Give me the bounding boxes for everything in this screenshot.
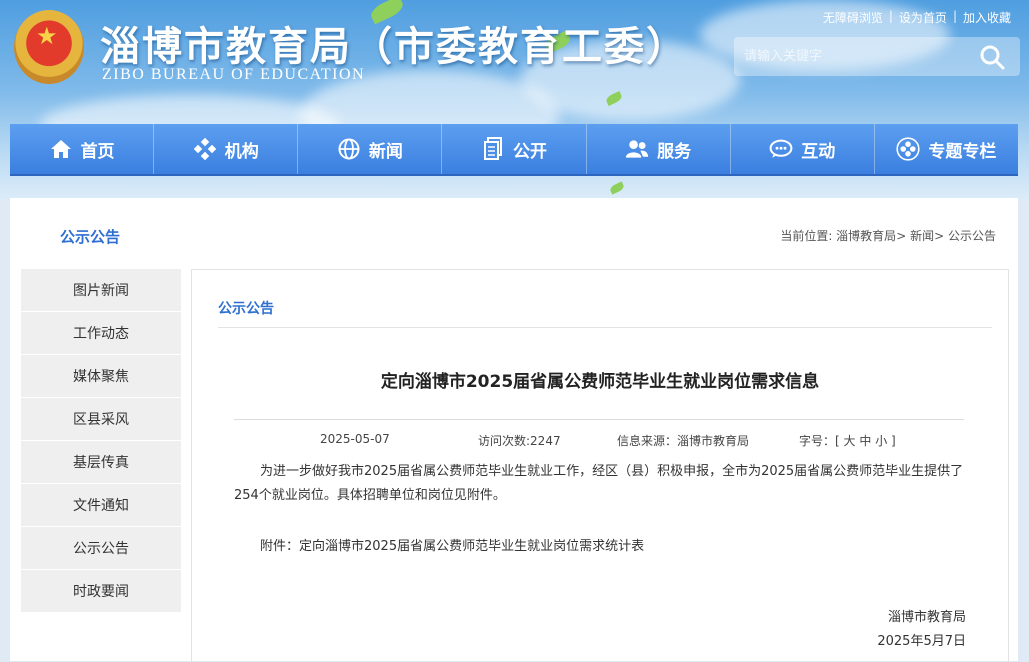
top-links: 无障碍浏览 | 设为首页 | 加入收藏	[823, 9, 1011, 26]
globe-icon	[337, 137, 361, 161]
nav-news[interactable]: 新闻	[298, 124, 443, 174]
add-favorite-link[interactable]: 加入收藏	[963, 9, 1011, 26]
attachment-label: 附件：	[260, 539, 300, 554]
site-subtitle: ZIBO BUREAU OF EDUCATION	[102, 66, 366, 83]
attachment-link[interactable]: 定向淄博市2025届省属公费师范毕业生就业岗位需求统计表	[299, 539, 644, 554]
font-size-small[interactable]: 小	[875, 434, 887, 448]
separator: |	[952, 9, 957, 23]
breadcrumb-link[interactable]: 新闻	[910, 229, 934, 243]
nav-label: 新闻	[368, 141, 403, 162]
font-size-bracket: ]	[891, 434, 896, 448]
breadcrumb-link[interactable]: 公示公告	[948, 229, 996, 243]
search-input[interactable]	[734, 37, 974, 76]
national-emblem-icon: ★	[14, 10, 84, 84]
nav-label: 服务	[657, 141, 692, 162]
sidebar-item-district-news[interactable]: 区县采风	[21, 398, 181, 441]
main-nav: 首页 机构 新闻 公开 服务 互动 专题专栏	[10, 124, 1018, 176]
divider	[218, 327, 992, 328]
article-container: 公示公告 定向淄博市2025届省属公费师范毕业生就业岗位需求信息 2025-05…	[191, 269, 1009, 662]
divider	[234, 419, 964, 420]
nav-topics[interactable]: 专题专栏	[875, 124, 1018, 174]
set-homepage-link[interactable]: 设为首页	[899, 9, 947, 26]
sidebar: 图片新闻 工作动态 媒体聚焦 区县采风 基层传真 文件通知 公示公告 时政要闻	[21, 269, 181, 613]
chat-icon	[769, 137, 793, 161]
home-icon	[49, 137, 73, 161]
nav-label: 专题专栏	[928, 141, 997, 162]
leaf-decoration	[608, 181, 626, 195]
font-size-medium[interactable]: 中	[859, 434, 871, 448]
sidebar-item-announcements[interactable]: 公示公告	[21, 527, 181, 570]
accessibility-link[interactable]: 无障碍浏览	[823, 9, 883, 26]
nav-label: 公开	[512, 141, 547, 162]
font-size-label: 字号：[	[799, 434, 840, 448]
section-title: 公示公告	[60, 228, 121, 246]
search-box	[734, 37, 1020, 76]
separator: |	[888, 9, 893, 23]
article-paragraph: 为进一步做好我市2025届省属公费师范毕业生就业工作，经区（县）积极申报，全市为…	[234, 464, 964, 503]
sidebar-item-work-updates[interactable]: 工作动态	[21, 312, 181, 355]
sidebar-item-notices[interactable]: 文件通知	[21, 484, 181, 527]
nav-label: 机构	[224, 141, 259, 162]
sidebar-item-media-focus[interactable]: 媒体聚焦	[21, 355, 181, 398]
users-icon	[625, 137, 649, 161]
nav-label: 互动	[801, 141, 836, 162]
article-source: 信息来源：淄博市教育局	[617, 434, 750, 448]
article-date: 2025-05-07	[320, 432, 390, 446]
nav-org[interactable]: 机构	[154, 124, 299, 174]
sidebar-item-grassroots[interactable]: 基层传真	[21, 441, 181, 484]
sidebar-item-picture-news[interactable]: 图片新闻	[21, 269, 181, 312]
nav-interact[interactable]: 互动	[731, 124, 875, 174]
font-size-large[interactable]: 大	[844, 434, 856, 448]
document-icon	[481, 137, 505, 161]
breadcrumb-prefix: 当前位置:	[780, 229, 837, 243]
attachment-line: 附件：定向淄博市2025届省属公费师范毕业生就业岗位需求统计表	[260, 535, 990, 559]
article-title: 定向淄博市2025届省属公费师范毕业生就业岗位需求信息	[380, 372, 820, 392]
sidebar-item-current-affairs[interactable]: 时政要闻	[21, 570, 181, 613]
nav-label: 首页	[80, 141, 115, 162]
breadcrumb-sep: >	[934, 229, 945, 243]
site-title: 淄博市教育局（市委教育工委）	[100, 23, 688, 70]
breadcrumb: 当前位置: 淄博教育局> 新闻> 公示公告	[780, 227, 996, 244]
breadcrumb-sep: >	[896, 229, 907, 243]
search-icon	[980, 45, 1005, 69]
nav-service[interactable]: 服务	[587, 124, 731, 174]
search-button[interactable]	[964, 37, 1020, 76]
org-icon	[193, 137, 217, 161]
breadcrumb-link[interactable]: 淄博教育局	[836, 229, 896, 243]
font-size-control: 字号：[ 大 中 小 ]	[799, 432, 896, 449]
article-visits: 访问次数:2247	[478, 434, 561, 448]
nav-open[interactable]: 公开	[442, 124, 587, 174]
nav-home[interactable]: 首页	[10, 124, 155, 174]
content-panel: 公示公告 当前位置: 淄博教育局> 新闻> 公示公告 图片新闻 工作动态 媒体聚…	[10, 198, 1018, 662]
signature-org: 淄博市教育局	[887, 610, 966, 625]
signature-date: 2025年5月7日	[877, 634, 966, 649]
topic-icon	[896, 137, 921, 161]
article-category: 公示公告	[218, 301, 274, 317]
